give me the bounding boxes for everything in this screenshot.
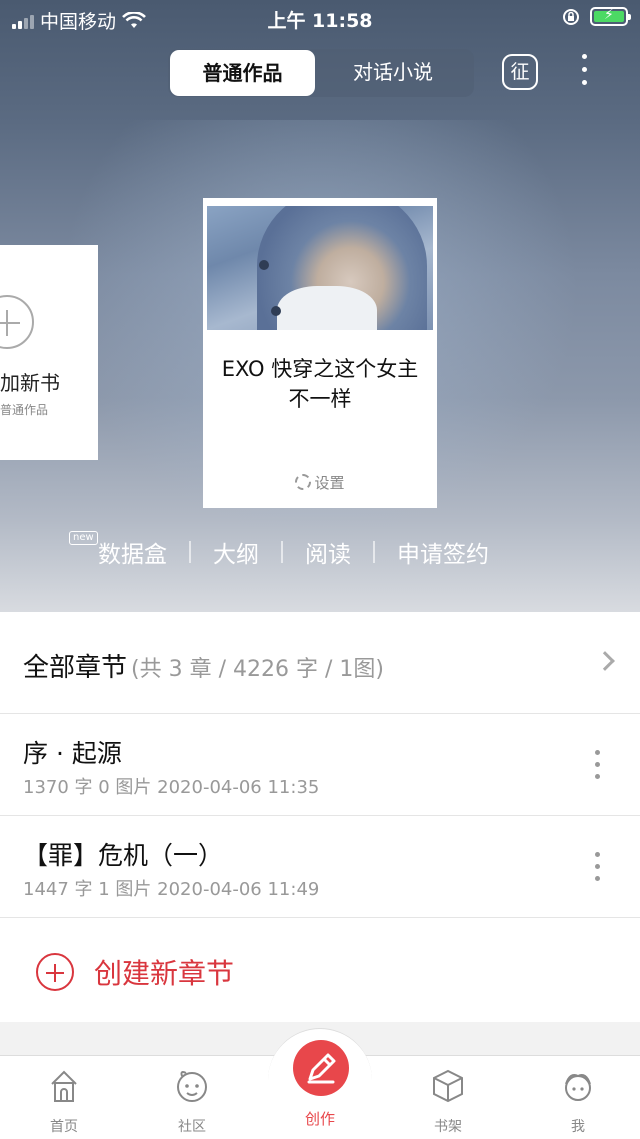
battery-icon: ⚡ [590,7,631,26]
chapter-name: 【罪】危机（一） [23,841,224,870]
chapter-row[interactable]: 序 · 起源 1370 字 0 图片 2020-04-06 11:35 [0,714,640,816]
tab-community[interactable]: 社区 [152,1066,232,1136]
chapter-info: 1447 字 1 图片 2020-04-06 11:49 [23,879,320,900]
chapter-more-icon[interactable] [594,750,600,786]
tab-bookshelf-label: 书架 [434,1119,462,1135]
add-book-title: 加新书 [0,371,60,395]
tab-home-label: 首页 [50,1119,78,1135]
chevron-right-icon [595,651,615,671]
create-chapter-button[interactable]: 创建新章节 [36,952,234,992]
add-book-subtitle: 普通作品 [0,403,49,417]
tab-regular-works[interactable]: 普通作品 [170,50,315,96]
new-badge: new [69,531,98,545]
profile-icon [565,1074,591,1101]
create-chapter-label: 创建新章节 [94,957,235,990]
read-link[interactable]: 阅读 [305,535,351,569]
tab-dialogue-novel[interactable]: 对话小说 [318,49,468,95]
data-box-label: 数据盒 [98,542,167,568]
all-chapters-summary: (共 3 章 / 4226 字 / 1图) [131,657,384,682]
book-title: EXO 快穿之这个女主不一样 [221,357,419,411]
book-settings-button[interactable]: 设置 [203,472,437,493]
data-box-link[interactable]: new 数据盒 [69,531,167,569]
bookshelf-icon [433,1069,463,1103]
tab-create-label: 创作 [304,1110,335,1128]
status-bar: 中国移动 上午 11:58 ⚡ [0,0,640,36]
add-book-card[interactable]: 加新书 普通作品 [0,245,98,460]
tab-bookshelf[interactable]: 书架 [408,1066,488,1136]
tab-profile[interactable]: 我 [538,1066,618,1136]
tab-home[interactable]: 首页 [24,1066,104,1136]
chapter-name: 序 · 起源 [23,739,122,768]
status-time: 上午 11:58 [267,10,373,32]
divider [373,541,375,563]
add-book-plus-icon [0,295,34,349]
home-icon [51,1070,77,1102]
all-chapters-title: 全部章节 [23,653,128,683]
all-chapters-row[interactable]: 全部章节 (共 3 章 / 4226 字 / 1图) [0,612,640,714]
book-cover-image [207,206,433,330]
book-settings-label: 设置 [314,474,345,492]
divider [189,541,191,563]
chapter-info: 1370 字 0 图片 2020-04-06 11:35 [23,777,320,798]
rotation-lock-icon [563,8,579,25]
book-card[interactable]: EXO 快穿之这个女主不一样 设置 [203,198,437,508]
work-type-tabs: 普通作品 对话小说 [168,49,474,97]
outline-link[interactable]: 大纲 [213,535,259,569]
tab-community-label: 社区 [178,1119,206,1135]
add-circle-icon [36,953,74,991]
chapter-list: 全部章节 (共 3 章 / 4226 字 / 1图) 序 · 起源 1370 字 … [0,612,640,1022]
hero-background: 中国移动 上午 11:58 ⚡ 普通作品 对话小说 征 加新书 普通作品 EXO… [0,0,640,612]
community-icon [177,1071,207,1102]
chapter-row[interactable]: 【罪】危机（一） 1447 字 1 图片 2020-04-06 11:49 [0,816,640,918]
tab-profile-label: 我 [571,1119,585,1135]
tab-create[interactable] [293,1040,349,1096]
book-actions: new 数据盒 大纲 阅读 申请签约 [69,531,489,570]
pen-icon [307,1053,336,1084]
gear-icon [295,474,312,490]
chapter-more-icon[interactable] [594,852,600,888]
divider [281,541,283,563]
more-menu-icon[interactable] [576,54,592,90]
apply-contract-link[interactable]: 申请签约 [397,535,489,569]
contest-badge-button[interactable]: 征 [502,54,538,90]
